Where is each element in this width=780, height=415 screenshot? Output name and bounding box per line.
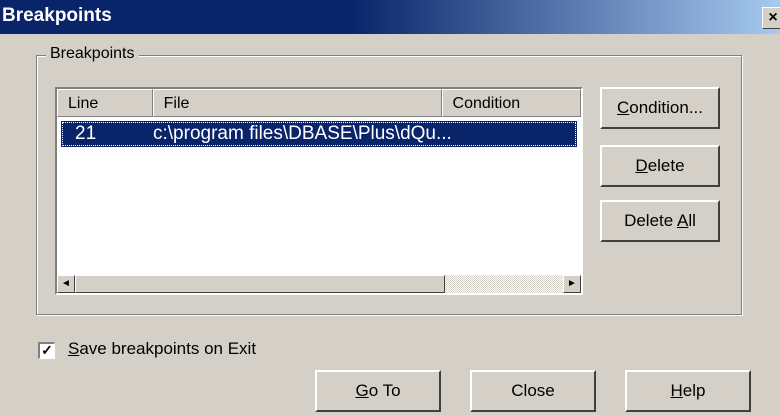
go-to-button-rest: o To	[368, 381, 401, 400]
condition-button[interactable]: Condition...	[600, 87, 720, 129]
close-button[interactable]: Close	[470, 370, 596, 412]
title-bar[interactable]: Breakpoints ×	[0, 0, 780, 34]
cell-file: c:\program files\DBASE\Plus\dQu...	[153, 123, 452, 144]
column-header-file[interactable]: File	[152, 89, 442, 117]
delete-button-mnemonic: D	[635, 156, 648, 175]
cell-line: 21	[75, 123, 97, 144]
window-title: Breakpoints	[2, 5, 112, 26]
column-header-condition[interactable]: Condition	[441, 89, 581, 117]
delete-all-button-prefix: Delete	[624, 211, 678, 230]
save-breakpoints-label[interactable]: Save breakpoints on Exit	[68, 339, 256, 359]
close-icon[interactable]: ×	[762, 7, 780, 29]
delete-all-button[interactable]: Delete All	[600, 200, 720, 242]
delete-button[interactable]: Delete	[600, 145, 720, 187]
list-item[interactable]: 21 c:\program files\DBASE\Plus\dQu...	[61, 121, 577, 147]
save-label-rest: ave breakpoints on Exit	[79, 339, 257, 358]
save-breakpoints-checkbox[interactable]: ✓	[38, 342, 55, 359]
horizontal-scrollbar[interactable]: ◄ ►	[57, 275, 581, 293]
delete-all-button-mnemonic: A	[677, 211, 689, 230]
delete-all-button-rest: ll	[688, 211, 696, 230]
list-header: Line File Condition	[57, 89, 581, 117]
help-button-rest: elp	[682, 381, 706, 400]
scroll-thumb[interactable]	[75, 275, 445, 293]
scroll-left-icon[interactable]: ◄	[57, 275, 75, 293]
scroll-right-icon[interactable]: ►	[563, 275, 581, 293]
help-button-mnemonic: H	[670, 381, 683, 400]
group-label: Breakpoints	[46, 45, 139, 63]
go-to-button[interactable]: Go To	[315, 370, 441, 412]
condition-button-mnemonic: C	[616, 98, 630, 117]
go-to-button-mnemonic: G	[355, 381, 369, 400]
condition-button-rest: ondition...	[629, 98, 703, 117]
help-button[interactable]: Help	[625, 370, 751, 412]
breakpoints-list[interactable]: Line File Condition 21 c:\program files\…	[55, 87, 583, 295]
column-header-line[interactable]: Line	[57, 89, 153, 117]
save-label-mnemonic: S	[68, 339, 80, 358]
delete-button-rest: elete	[647, 156, 685, 175]
